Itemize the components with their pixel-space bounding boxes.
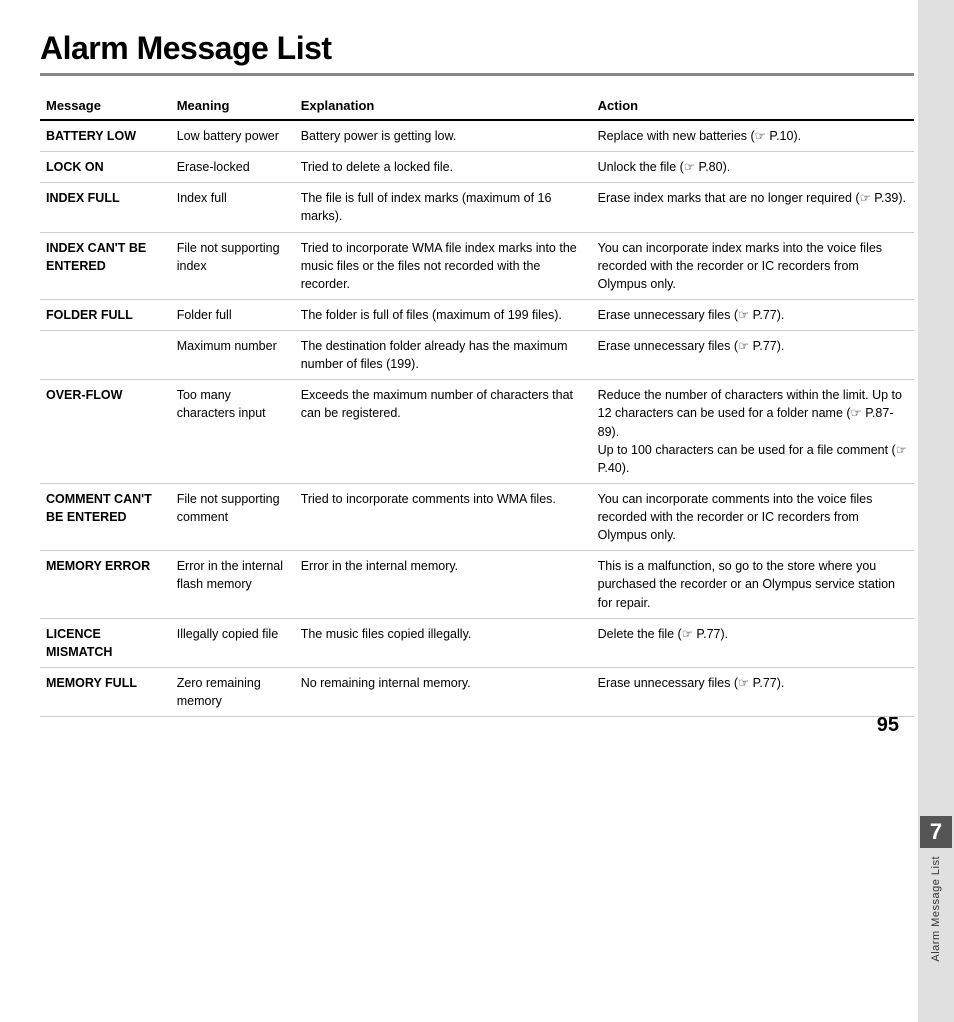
cell-explanation: The file is full of index marks (maximum… bbox=[295, 183, 592, 232]
col-header-action: Action bbox=[592, 94, 914, 120]
cell-explanation: Tried to incorporate comments into WMA f… bbox=[295, 483, 592, 550]
cell-action: Unlock the file (☞ P.80). bbox=[592, 152, 914, 183]
cell-meaning: Maximum number bbox=[171, 331, 295, 380]
cell-action: Erase index marks that are no longer req… bbox=[592, 183, 914, 232]
cell-action: Reduce the number of characters within t… bbox=[592, 380, 914, 484]
cell-action: You can incorporate index marks into the… bbox=[592, 232, 914, 299]
cell-explanation: Error in the internal memory. bbox=[295, 551, 592, 618]
col-header-explanation: Explanation bbox=[295, 94, 592, 120]
cell-explanation: The music files copied illegally. bbox=[295, 618, 592, 667]
cell-explanation: Exceeds the maximum number of characters… bbox=[295, 380, 592, 484]
cell-meaning: File not supporting index bbox=[171, 232, 295, 299]
cell-explanation: Tried to delete a locked file. bbox=[295, 152, 592, 183]
cell-explanation: The destination folder already has the m… bbox=[295, 331, 592, 380]
title-divider bbox=[40, 73, 914, 76]
cell-message: FOLDER FULL bbox=[40, 299, 171, 330]
cell-message: MEMORY FULL bbox=[40, 667, 171, 716]
cell-meaning: Zero remaining memory bbox=[171, 667, 295, 716]
cell-meaning: Folder full bbox=[171, 299, 295, 330]
table-row: FOLDER FULLFolder fullThe folder is full… bbox=[40, 299, 914, 330]
cell-meaning: Index full bbox=[171, 183, 295, 232]
sidebar-chapter-label: Alarm Message List bbox=[930, 856, 942, 962]
cell-message: BATTERY LOW bbox=[40, 120, 171, 152]
cell-message: LOCK ON bbox=[40, 152, 171, 183]
cell-action: This is a malfunction, so go to the stor… bbox=[592, 551, 914, 618]
cell-message: MEMORY ERROR bbox=[40, 551, 171, 618]
cell-explanation: Tried to incorporate WMA file index mark… bbox=[295, 232, 592, 299]
cell-message: INDEX FULL bbox=[40, 183, 171, 232]
cell-meaning: Too many characters input bbox=[171, 380, 295, 484]
cell-meaning: Error in the internal flash memory bbox=[171, 551, 295, 618]
cell-action: Erase unnecessary files (☞ P.77). bbox=[592, 667, 914, 716]
alarm-message-table: Message Meaning Explanation Action BATTE… bbox=[40, 94, 914, 717]
table-row: INDEX FULLIndex fullThe file is full of … bbox=[40, 183, 914, 232]
col-header-message: Message bbox=[40, 94, 171, 120]
cell-action: Delete the file (☞ P.77). bbox=[592, 618, 914, 667]
cell-meaning: Erase-locked bbox=[171, 152, 295, 183]
table-row: Maximum numberThe destination folder alr… bbox=[40, 331, 914, 380]
cell-meaning: File not supporting comment bbox=[171, 483, 295, 550]
table-row: MEMORY FULLZero remaining memoryNo remai… bbox=[40, 667, 914, 716]
cell-action: Erase unnecessary files (☞ P.77). bbox=[592, 331, 914, 380]
table-row: COMMENT CAN'T BE ENTEREDFile not support… bbox=[40, 483, 914, 550]
table-row: INDEX CAN'T BE ENTEREDFile not supportin… bbox=[40, 232, 914, 299]
cell-meaning: Low battery power bbox=[171, 120, 295, 152]
page-title: Alarm Message List bbox=[40, 30, 914, 67]
cell-message bbox=[40, 331, 171, 380]
table-row: MEMORY ERRORError in the internal flash … bbox=[40, 551, 914, 618]
sidebar-chapter-number: 7 bbox=[920, 816, 952, 848]
cell-explanation: Battery power is getting low. bbox=[295, 120, 592, 152]
cell-action: Erase unnecessary files (☞ P.77). bbox=[592, 299, 914, 330]
table-row: LOCK ONErase-lockedTried to delete a loc… bbox=[40, 152, 914, 183]
cell-message: COMMENT CAN'T BE ENTERED bbox=[40, 483, 171, 550]
cell-action: Replace with new batteries (☞ P.10). bbox=[592, 120, 914, 152]
cell-explanation: The folder is full of files (maximum of … bbox=[295, 299, 592, 330]
table-row: LICENCE MISMATCHIllegally copied fileThe… bbox=[40, 618, 914, 667]
cell-explanation: No remaining internal memory. bbox=[295, 667, 592, 716]
cell-message: INDEX CAN'T BE ENTERED bbox=[40, 232, 171, 299]
page-container: Alarm Message List Message Meaning Expla… bbox=[0, 0, 954, 757]
cell-meaning: Illegally copied file bbox=[171, 618, 295, 667]
cell-message: OVER-FLOW bbox=[40, 380, 171, 484]
page-number: 95 bbox=[877, 714, 899, 737]
col-header-meaning: Meaning bbox=[171, 94, 295, 120]
table-row: BATTERY LOWLow battery powerBattery powe… bbox=[40, 120, 914, 152]
cell-action: You can incorporate comments into the vo… bbox=[592, 483, 914, 550]
table-row: OVER-FLOWToo many characters inputExceed… bbox=[40, 380, 914, 484]
cell-message: LICENCE MISMATCH bbox=[40, 618, 171, 667]
sidebar: 7 Alarm Message List bbox=[918, 0, 954, 1022]
